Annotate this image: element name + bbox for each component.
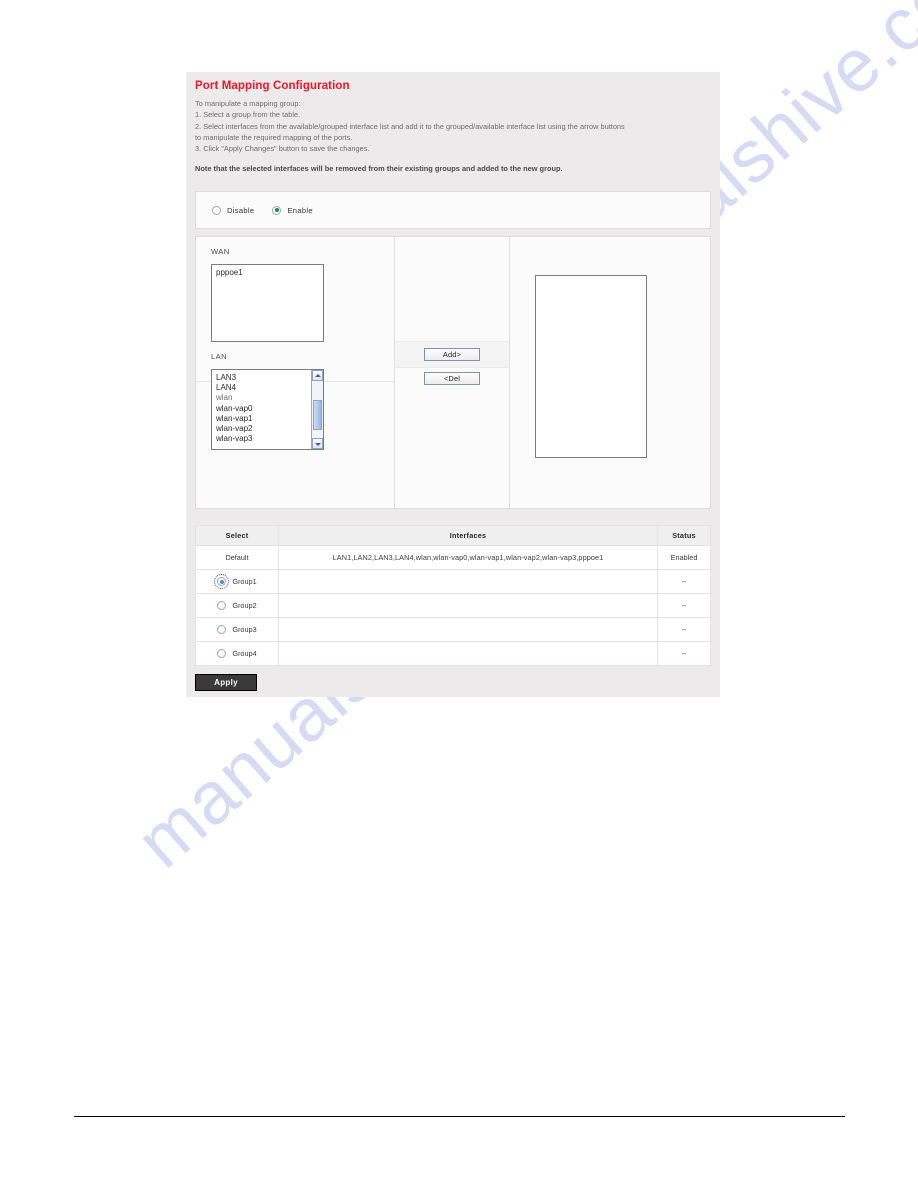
list-item[interactable]: wlan-vap3 xyxy=(212,434,323,444)
table-header-row: Select Interfaces Status xyxy=(195,525,711,546)
list-item[interactable]: LAN3 xyxy=(212,373,323,383)
radio-enable-icon[interactable] xyxy=(272,205,282,215)
add-button[interactable]: Add> xyxy=(424,348,480,361)
list-item[interactable]: wlan-vap0 xyxy=(212,404,323,414)
row-label-group1: Group1 xyxy=(232,577,257,586)
row-label-group2: Group2 xyxy=(232,601,257,610)
radio-option-enable[interactable]: Enable xyxy=(272,205,313,215)
radio-disable-label: Disable xyxy=(227,205,255,215)
delete-button[interactable]: <Del xyxy=(424,372,480,385)
list-item[interactable]: wlan xyxy=(212,393,323,403)
radio-disable-icon[interactable] xyxy=(212,205,221,215)
radio-enable-label: Enable xyxy=(287,205,313,215)
row-label-default: Default xyxy=(225,553,249,562)
scrollbar-thumb[interactable] xyxy=(313,400,322,430)
page-title: Port Mapping Configuration xyxy=(195,80,350,92)
table-row[interactable]: Group3 -- xyxy=(195,617,711,642)
instruction-line: To manipulate a mapping group: xyxy=(195,99,301,108)
row-select-cell[interactable]: Group4 xyxy=(195,641,279,666)
table-row[interactable]: Group1 -- xyxy=(195,569,711,594)
row-interfaces-cell xyxy=(278,641,658,666)
footer-divider xyxy=(74,1116,845,1117)
apply-button[interactable]: Apply xyxy=(195,674,257,691)
row-status-cell: -- xyxy=(657,569,711,594)
row-interfaces-cell xyxy=(278,593,658,618)
grouped-interfaces-column xyxy=(510,237,710,508)
instruction-line: to manipulate the required mapping of th… xyxy=(195,132,353,142)
radio-group3-icon[interactable] xyxy=(217,625,227,634)
del-button-band: <Del xyxy=(395,372,509,385)
row-select-cell: Default xyxy=(195,545,279,570)
grouped-interface-list[interactable] xyxy=(535,275,647,458)
row-interfaces-cell xyxy=(278,569,658,594)
mode-selector-bar: Disable Enable xyxy=(195,191,711,229)
wan-section-label: WAN xyxy=(211,247,230,256)
table-row[interactable]: Group4 -- xyxy=(195,641,711,666)
column-header-status: Status xyxy=(657,525,711,546)
lan-list-scrollbar[interactable] xyxy=(311,370,323,449)
add-button-band: Add> xyxy=(395,341,509,368)
document-page: manualshive.com manualshive.com Port Map… xyxy=(0,0,918,1188)
row-label-group3: Group3 xyxy=(232,625,257,634)
column-header-interfaces: Interfaces xyxy=(278,525,658,546)
wan-interface-list[interactable]: pppoe1 xyxy=(211,264,324,342)
interface-transfer-panel: WAN pppoe1 LAN LAN3 LAN4 wlan wlan-vap0 … xyxy=(195,236,711,509)
list-item[interactable]: pppoe1 xyxy=(212,268,323,278)
available-interfaces-column: WAN pppoe1 LAN LAN3 LAN4 wlan wlan-vap0 … xyxy=(196,237,395,508)
row-label-group4: Group4 xyxy=(232,649,257,658)
row-select-cell[interactable]: Group3 xyxy=(195,617,279,642)
row-select-cell[interactable]: Group2 xyxy=(195,593,279,618)
row-status-cell: -- xyxy=(657,617,711,642)
lan-section-label: LAN xyxy=(211,352,227,361)
scroll-down-arrow-icon[interactable] xyxy=(312,438,323,449)
instruction-line: 3. Click "Apply Changes" button to save … xyxy=(195,144,370,154)
intro-block: Port Mapping Configuration To manipulate… xyxy=(186,72,720,180)
radio-group2-icon[interactable] xyxy=(217,601,227,610)
row-select-cell[interactable]: Group1 xyxy=(195,569,279,594)
lan-interface-list[interactable]: LAN3 LAN4 wlan wlan-vap0 wlan-vap1 wlan-… xyxy=(211,369,324,450)
transfer-buttons-column: Add> <Del xyxy=(395,237,510,508)
port-mapping-group-table: Select Interfaces Status Default LAN1,LA… xyxy=(195,525,711,666)
radio-option-disable[interactable]: Disable xyxy=(212,205,255,215)
radio-group4-icon[interactable] xyxy=(217,649,227,658)
apply-row: Apply xyxy=(195,672,711,691)
column-header-select: Select xyxy=(195,525,279,546)
table-row: Default LAN1,LAN2,LAN3,LAN4,wlan,wlan-va… xyxy=(195,545,711,570)
list-item[interactable]: wlan-vap1 xyxy=(212,414,323,424)
row-interfaces-cell: LAN1,LAN2,LAN3,LAN4,wlan,wlan-vap0,wlan-… xyxy=(278,545,658,570)
radio-group1-icon[interactable] xyxy=(214,574,230,589)
row-status-cell: Enabled xyxy=(657,545,711,570)
row-interfaces-cell xyxy=(278,617,658,642)
instruction-line: 2. Select interfaces from the available/… xyxy=(195,121,625,131)
table-row[interactable]: Group2 -- xyxy=(195,593,711,618)
port-mapping-screenshot: Port Mapping Configuration To manipulate… xyxy=(186,72,720,697)
list-item[interactable]: LAN4 xyxy=(212,383,323,393)
instruction-note: Note that the selected interfaces will b… xyxy=(195,164,563,174)
instruction-line: 1. Select a group from the table. xyxy=(195,110,301,120)
scroll-up-arrow-icon[interactable] xyxy=(312,370,323,381)
row-status-cell: -- xyxy=(657,593,711,618)
row-status-cell: -- xyxy=(657,641,711,666)
list-item[interactable]: wlan-vap2 xyxy=(212,424,323,434)
